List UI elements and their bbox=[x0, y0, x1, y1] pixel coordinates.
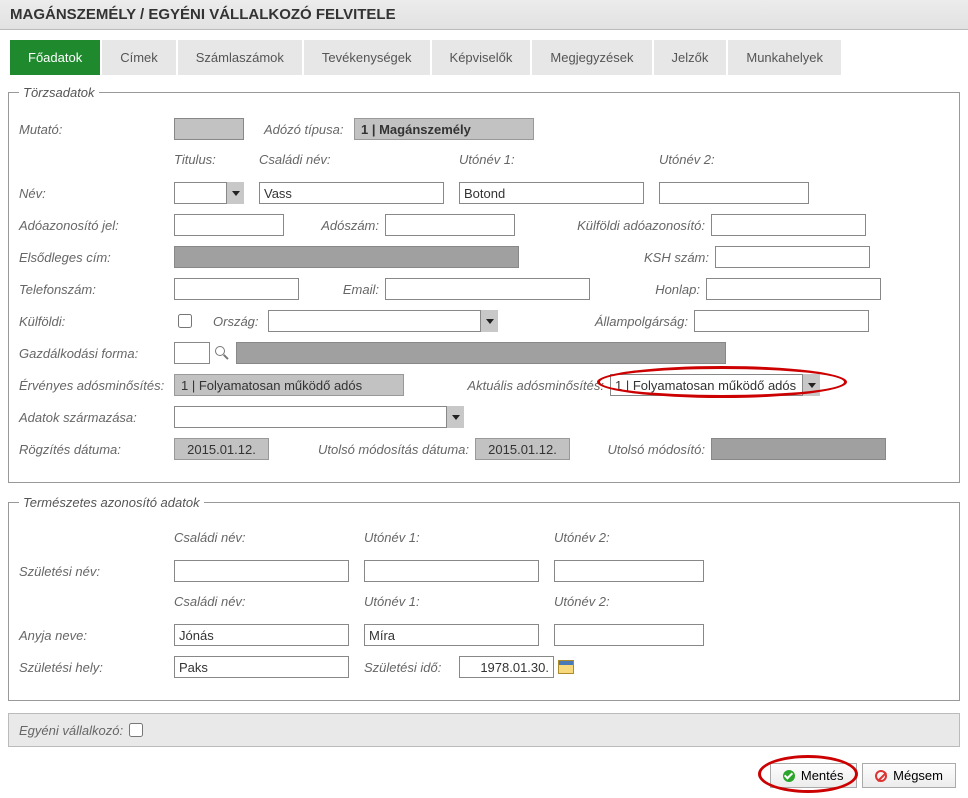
save-button[interactable]: Mentés bbox=[770, 763, 857, 788]
szul-csaladi-input[interactable] bbox=[174, 560, 349, 582]
gazd-label: Gazdálkodási forma: bbox=[19, 346, 174, 361]
honlap-label: Honlap: bbox=[610, 282, 700, 297]
szul-utonev1-header: Utónév 1: bbox=[364, 530, 554, 545]
tab-tevekenysegek[interactable]: Tevékenységek bbox=[304, 40, 430, 75]
cancel-button[interactable]: Mégsem bbox=[862, 763, 956, 788]
adozo-tipusa-label: Adózó típusa: bbox=[264, 122, 354, 137]
csaladi-header: Családi név: bbox=[259, 152, 459, 167]
adozo-tipusa-value: 1 | Magánszemély bbox=[354, 118, 534, 140]
egyeni-vallalkozo-checkbox[interactable] bbox=[129, 723, 143, 737]
ksh-input[interactable] bbox=[715, 246, 870, 268]
titulus-header: Titulus: bbox=[174, 152, 259, 167]
telefon-label: Telefonszám: bbox=[19, 282, 174, 297]
utonev1-header: Utónév 1: bbox=[459, 152, 659, 167]
check-icon bbox=[783, 770, 795, 782]
tab-megjegyzesek[interactable]: Megjegyzések bbox=[532, 40, 651, 75]
ksh-label: KSH szám: bbox=[579, 250, 709, 265]
honlap-input[interactable] bbox=[706, 278, 881, 300]
anyja-utonev1-input[interactable] bbox=[364, 624, 539, 646]
button-bar: Mentés Mégsem bbox=[0, 757, 968, 798]
torzsadatok-legend: Törzsadatok bbox=[19, 85, 99, 100]
elsodleges-cim-label: Elsődleges cím: bbox=[19, 250, 174, 265]
szul-csaladi-header: Családi név: bbox=[174, 530, 364, 545]
tab-jelzok[interactable]: Jelzők bbox=[654, 40, 727, 75]
erv-adosmin-value: 1 | Folyamatosan működő adós bbox=[174, 374, 404, 396]
cancel-icon bbox=[875, 770, 887, 782]
utolso-mod-datum-value: 2015.01.12. bbox=[475, 438, 570, 460]
email-input[interactable] bbox=[385, 278, 590, 300]
anyja-csaladi-header: Családi név: bbox=[174, 594, 364, 609]
elsodleges-cim-input bbox=[174, 246, 519, 268]
utonev2-input[interactable] bbox=[659, 182, 809, 204]
utolso-mod-datum-label: Utolsó módosítás dátuma: bbox=[289, 442, 469, 457]
anyja-utonev2-header: Utónév 2: bbox=[554, 594, 714, 609]
anyja-label: Anyja neve: bbox=[19, 628, 174, 643]
adoszam-input[interactable] bbox=[385, 214, 515, 236]
tab-foadatok[interactable]: Főadatok bbox=[10, 40, 100, 75]
kulfoldi-checkbox[interactable] bbox=[178, 314, 192, 328]
orszag-label: Ország: bbox=[213, 314, 268, 329]
tab-szamlaszamok[interactable]: Számlaszámok bbox=[178, 40, 302, 75]
email-label: Email: bbox=[329, 282, 379, 297]
akt-adosmin-label: Aktuális adósminősítés: bbox=[434, 378, 604, 393]
anyja-csaladi-input[interactable] bbox=[174, 624, 349, 646]
szul-ido-label: Születési idő: bbox=[364, 660, 459, 675]
tab-kepviselok[interactable]: Képviselők bbox=[432, 40, 531, 75]
torzsadatok-fieldset: Törzsadatok Mutató: Adózó típusa: 1 | Ma… bbox=[8, 85, 960, 483]
kulfoldi-ado-input[interactable] bbox=[711, 214, 866, 236]
egyeni-vallalkozo-bar: Egyéni vállalkozó: bbox=[8, 713, 960, 747]
szul-hely-input[interactable] bbox=[174, 656, 349, 678]
mutato-input bbox=[174, 118, 244, 140]
page-title: MAGÁNSZEMÉLY / EGYÉNI VÁLLALKOZÓ FELVITE… bbox=[0, 0, 968, 30]
termeszetes-legend: Természetes azonosító adatok bbox=[19, 495, 204, 510]
akt-adosmin-select[interactable] bbox=[610, 374, 820, 396]
adatok-szarm-select[interactable] bbox=[174, 406, 464, 428]
mutato-label: Mutató: bbox=[19, 122, 174, 137]
utonev1-input[interactable] bbox=[459, 182, 644, 204]
termeszetes-fieldset: Természetes azonosító adatok Családi név… bbox=[8, 495, 960, 701]
utonev2-header: Utónév 2: bbox=[659, 152, 819, 167]
kulfoldi-ado-label: Külföldi adóazonosító: bbox=[535, 218, 705, 233]
rogzites-label: Rögzítés dátuma: bbox=[19, 442, 174, 457]
szul-ido-input[interactable] bbox=[459, 656, 554, 678]
orszag-select[interactable] bbox=[268, 310, 498, 332]
adatok-szarm-label: Adatok származása: bbox=[19, 410, 174, 425]
egyeni-vallalkozo-label: Egyéni vállalkozó: bbox=[19, 723, 123, 738]
allampolg-input[interactable] bbox=[694, 310, 869, 332]
adoazonosito-input[interactable] bbox=[174, 214, 284, 236]
search-icon[interactable] bbox=[214, 345, 230, 361]
telefon-input[interactable] bbox=[174, 278, 299, 300]
szul-utonev1-input[interactable] bbox=[364, 560, 539, 582]
cancel-button-label: Mégsem bbox=[893, 768, 943, 783]
anyja-utonev1-header: Utónév 1: bbox=[364, 594, 554, 609]
anyja-utonev2-input[interactable] bbox=[554, 624, 704, 646]
szul-hely-label: Születési hely: bbox=[19, 660, 174, 675]
nev-label: Név: bbox=[19, 186, 174, 201]
gazd-code-input[interactable] bbox=[174, 342, 210, 364]
szul-utonev2-input[interactable] bbox=[554, 560, 704, 582]
save-button-label: Mentés bbox=[801, 768, 844, 783]
tab-munkahelyek[interactable]: Munkahelyek bbox=[728, 40, 841, 75]
utolso-mod-input bbox=[711, 438, 886, 460]
titulus-select[interactable] bbox=[174, 182, 244, 204]
csaladi-nev-input[interactable] bbox=[259, 182, 444, 204]
tab-cimek[interactable]: Címek bbox=[102, 40, 176, 75]
utolso-mod-label: Utolsó módosító: bbox=[585, 442, 705, 457]
szul-nev-label: Születési név: bbox=[19, 564, 174, 579]
szul-utonev2-header: Utónév 2: bbox=[554, 530, 714, 545]
adoszam-label: Adószám: bbox=[309, 218, 379, 233]
adoazonosito-label: Adóazonosító jel: bbox=[19, 218, 174, 233]
rogzites-value: 2015.01.12. bbox=[174, 438, 269, 460]
gazd-desc-input bbox=[236, 342, 726, 364]
tabs: Főadatok Címek Számlaszámok Tevékenysége… bbox=[10, 40, 968, 75]
kulfoldi-label: Külföldi: bbox=[19, 314, 174, 329]
calendar-icon[interactable] bbox=[558, 660, 574, 674]
allampolg-label: Állampolgárság: bbox=[573, 314, 688, 329]
erv-adosmin-label: Érvényes adósminősítés: bbox=[19, 378, 174, 393]
